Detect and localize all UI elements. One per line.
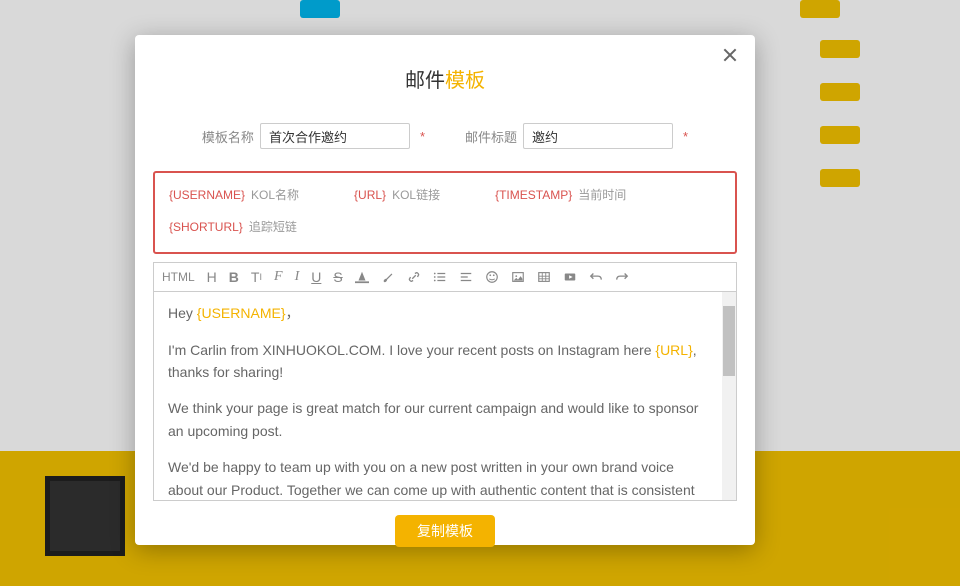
strikethrough-button[interactable]: S [333, 269, 342, 285]
video-button[interactable] [563, 270, 577, 284]
editor-toolbar: HTML H B TI F I U S [153, 262, 737, 291]
modal-title: 邮件模板 [153, 64, 737, 93]
scrollbar-thumb[interactable] [723, 306, 735, 376]
redo-button[interactable] [615, 270, 629, 284]
italic-button[interactable]: I [295, 269, 300, 285]
editor-scrollbar[interactable] [722, 292, 736, 500]
modal-title-accent: 模板 [445, 70, 485, 92]
username-token: {USERNAME} [197, 305, 286, 321]
variable-reference-box: {USERNAME} KOL名称 {URL} KOL链接 {TIMESTAMP}… [153, 171, 737, 254]
font-size-button[interactable]: TI [251, 269, 262, 285]
copy-template-button[interactable]: 复制模板 [395, 515, 495, 547]
template-name-field: 模板名称 * [202, 123, 425, 149]
url-token: {URL} [655, 342, 692, 358]
underline-button[interactable]: U [311, 269, 321, 285]
modal-footer: 复制模板 [153, 515, 737, 547]
html-source-button[interactable]: HTML [162, 270, 195, 284]
close-icon[interactable] [721, 47, 739, 65]
modal-title-prefix: 邮件 [405, 70, 445, 92]
email-template-modal: 邮件模板 模板名称 * 邮件标题 * {USERNAME} KOL名称 {URL… [135, 35, 755, 545]
variable-url[interactable]: {URL} KOL链接 [354, 185, 440, 207]
variable-shorturl[interactable]: {SHORTURL} 追踪短链 [169, 217, 297, 239]
bold-button[interactable]: B [229, 269, 239, 285]
variable-username[interactable]: {USERNAME} KOL名称 [169, 185, 299, 207]
font-family-button[interactable]: F [274, 269, 283, 285]
undo-button[interactable] [589, 270, 603, 284]
list-button[interactable] [433, 270, 447, 284]
link-button[interactable] [407, 270, 421, 284]
brush-button[interactable] [381, 270, 395, 284]
variable-timestamp[interactable]: {TIMESTAMP} 当前时间 [495, 185, 626, 217]
template-name-label: 模板名称 [202, 127, 254, 146]
email-editor[interactable]: Hey {USERNAME}， I'm Carlin from XINHUOKO… [154, 292, 722, 500]
color-button[interactable] [355, 270, 369, 284]
required-mark: * [420, 129, 425, 144]
email-subject-input[interactable] [523, 123, 673, 149]
email-subject-label: 邮件标题 [465, 127, 517, 146]
template-name-input[interactable] [260, 123, 410, 149]
align-button[interactable] [459, 270, 473, 284]
image-button[interactable] [511, 270, 525, 284]
required-mark: * [683, 129, 688, 144]
greeting-text: Hey [168, 305, 197, 321]
form-row: 模板名称 * 邮件标题 * [153, 123, 737, 149]
email-subject-field: 邮件标题 * [465, 123, 688, 149]
table-button[interactable] [537, 270, 551, 284]
emoji-button[interactable] [485, 270, 499, 284]
heading-button[interactable]: H [207, 269, 217, 285]
